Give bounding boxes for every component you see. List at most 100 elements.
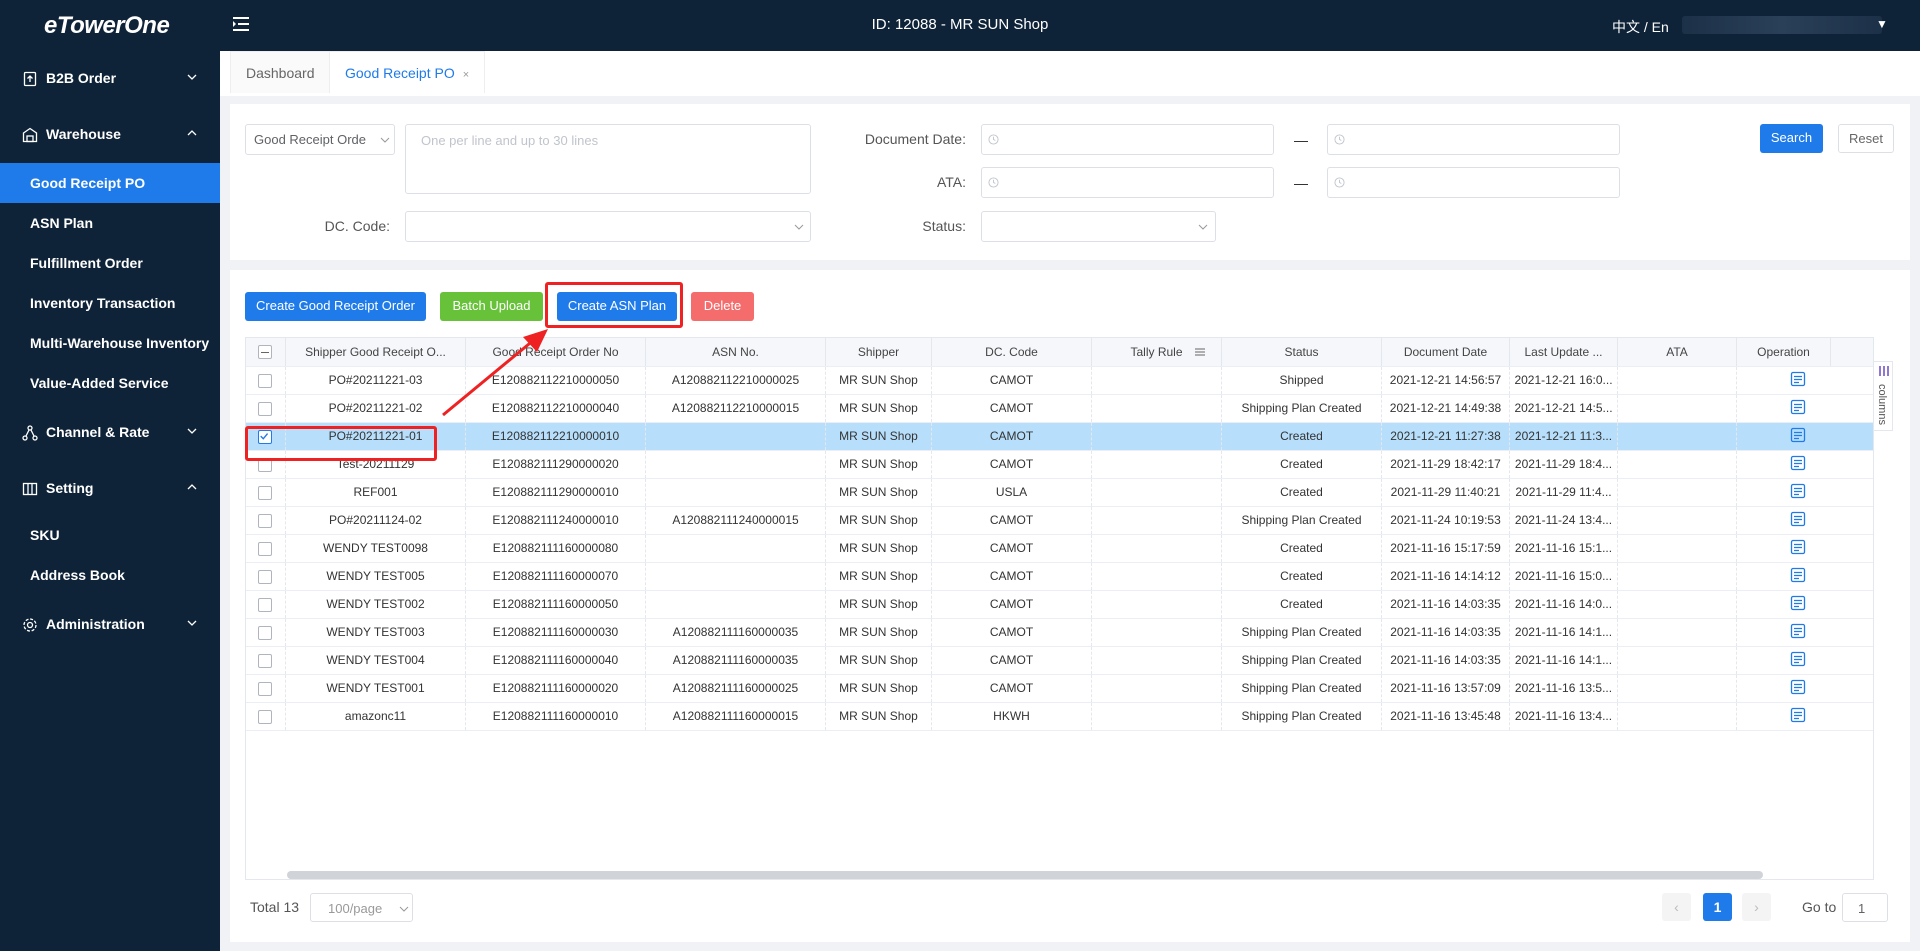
row-checkbox[interactable] [258, 570, 272, 584]
user-dropdown-icon[interactable]: ▼ [1876, 17, 1888, 31]
document-date-start-input[interactable] [981, 124, 1274, 155]
col-dc-code[interactable]: DC. Code [932, 338, 1092, 366]
col-tally-rule[interactable]: Tally Rule [1092, 338, 1222, 366]
columns-icon [1879, 366, 1889, 376]
edit-document-icon[interactable] [1790, 707, 1806, 723]
table-row[interactable]: WENDY TEST002 E120882111160000050 MR SUN S… [246, 591, 1873, 619]
cell-asn-no: A120882111160000035 [646, 619, 826, 646]
sidebar-item-multi-warehouse-inventory[interactable]: Multi-Warehouse Inventory [0, 323, 220, 363]
prev-page-button[interactable]: ‹ [1662, 893, 1691, 921]
search-button[interactable]: Search [1760, 124, 1823, 153]
ata-start-input[interactable] [981, 167, 1274, 198]
tab-good-receipt-po[interactable]: Good Receipt PO × [329, 51, 486, 93]
table-row[interactable]: WENDY TEST0098 E120882111160000080 MR SUN … [246, 535, 1873, 563]
dc-code-select[interactable] [405, 211, 811, 242]
ata-end-input[interactable] [1327, 167, 1620, 198]
col-document-date[interactable]: Document Date [1382, 338, 1510, 366]
columns-toggle[interactable]: columns [1873, 361, 1893, 431]
edit-document-icon[interactable] [1790, 623, 1806, 639]
sidebar-group-administration[interactable]: Administration [0, 597, 220, 653]
sidebar-item-asn-plan[interactable]: ASN Plan [0, 203, 220, 243]
edit-document-icon[interactable] [1790, 399, 1806, 415]
batch-upload-button[interactable]: Batch Upload [440, 292, 543, 321]
row-checkbox[interactable] [258, 654, 272, 668]
col-asn-no[interactable]: ASN No. [646, 338, 826, 366]
table-row[interactable]: WENDY TEST004 E120882111160000040 A1208821… [246, 647, 1873, 675]
row-checkbox[interactable] [258, 598, 272, 612]
sidebar-group-b2b-order[interactable]: B2B Order [0, 51, 220, 107]
col-shipper-ref[interactable]: Shipper Good Receipt O... [286, 338, 466, 366]
chevron-down-icon [187, 620, 197, 626]
row-checkbox[interactable] [258, 682, 272, 696]
table-row[interactable]: Test-20211129 E120882111290000020 MR SUN S… [246, 451, 1873, 479]
col-shipper[interactable]: Shipper [826, 338, 932, 366]
cell-asn-no [646, 535, 826, 562]
cell-ata [1618, 367, 1737, 394]
user-account-redacted[interactable] [1682, 16, 1882, 34]
sidebar-group-setting[interactable]: Setting [0, 461, 220, 517]
edit-document-icon[interactable] [1790, 427, 1806, 443]
page-number-1[interactable]: 1 [1703, 893, 1732, 921]
edit-document-icon[interactable] [1790, 567, 1806, 583]
edit-document-icon[interactable] [1790, 595, 1806, 611]
table-row[interactable]: WENDY TEST001 E120882111160000020 A1208821… [246, 675, 1873, 703]
sidebar-item-inventory-transaction[interactable]: Inventory Transaction [0, 283, 220, 323]
cell-document-date: 2021-11-16 14:03:35 [1382, 591, 1510, 618]
table-row[interactable]: PO#20211221-01 E120882112210000010 MR SUN … [246, 423, 1873, 451]
row-checkbox[interactable] [258, 542, 272, 556]
language-switch[interactable]: 中文 / En [1612, 17, 1669, 37]
edit-document-icon[interactable] [1790, 651, 1806, 667]
page-size-select[interactable]: 100/page [310, 893, 413, 922]
col-last-update[interactable]: Last Update ... [1510, 338, 1618, 366]
edit-document-icon[interactable] [1790, 371, 1806, 387]
goto-page-input[interactable]: 1 [1842, 893, 1888, 922]
top-bar: eTowerOne ID: 12088 - MR SUN Shop 中文 / E… [0, 0, 1920, 51]
bulk-search-textarea[interactable]: One per line and up to 30 lines [405, 124, 811, 194]
cell-asn-no [646, 591, 826, 618]
edit-document-icon[interactable] [1790, 539, 1806, 555]
sidebar-item-address-book[interactable]: Address Book [0, 555, 220, 595]
row-checkbox[interactable] [258, 402, 272, 416]
next-page-button[interactable]: › [1742, 893, 1771, 921]
chevron-down-icon [187, 74, 197, 80]
search-type-select[interactable]: Good Receipt Orde [245, 124, 395, 155]
row-checkbox[interactable] [258, 374, 272, 388]
edit-document-icon[interactable] [1790, 455, 1806, 471]
sidebar-group-channel-rate[interactable]: Channel & Rate [0, 405, 220, 461]
table-row[interactable]: REF001 E120882111290000010 MR SUN Shop USLA… [246, 479, 1873, 507]
select-all-checkbox[interactable] [258, 345, 272, 359]
row-checkbox[interactable] [258, 710, 272, 724]
row-checkbox[interactable] [258, 514, 272, 528]
row-checkbox[interactable] [258, 486, 272, 500]
status-select[interactable] [981, 211, 1216, 242]
row-checkbox[interactable] [258, 626, 272, 640]
sidebar-item-fulfillment-order[interactable]: Fulfillment Order [0, 243, 220, 283]
sidebar-group-warehouse[interactable]: Warehouse [0, 107, 220, 163]
cell-operation [1737, 423, 1831, 450]
table-row[interactable]: WENDY TEST003 E120882111160000030 A1208821… [246, 619, 1873, 647]
header-select-all[interactable] [246, 338, 286, 366]
sidebar-item-good-receipt-po[interactable]: Good Receipt PO [0, 163, 220, 203]
create-good-receipt-order-button[interactable]: Create Good Receipt Order [245, 292, 426, 321]
reset-button[interactable]: Reset [1838, 124, 1894, 153]
table-row[interactable]: PO#20211124-02 E120882111240000010 A120882… [246, 507, 1873, 535]
tab-dashboard[interactable]: Dashboard [230, 51, 331, 93]
sidebar-item-value-added-service[interactable]: Value-Added Service [0, 363, 220, 403]
col-ata[interactable]: ATA [1618, 338, 1737, 366]
column-menu-icon[interactable] [1195, 348, 1205, 356]
close-icon[interactable]: × [463, 69, 469, 81]
edit-document-icon[interactable] [1790, 483, 1806, 499]
horizontal-scrollbar[interactable] [287, 871, 1763, 879]
edit-document-icon[interactable] [1790, 679, 1806, 695]
sidebar-item-sku[interactable]: SKU [0, 515, 220, 555]
document-date-end-input[interactable] [1327, 124, 1620, 155]
delete-button[interactable]: Delete [691, 292, 754, 321]
cell-operation [1737, 451, 1831, 478]
col-status[interactable]: Status [1222, 338, 1382, 366]
table-row[interactable]: amazonc11 E120882111160000010 A12088211116… [246, 703, 1873, 731]
edit-document-icon[interactable] [1790, 511, 1806, 527]
cell-select [246, 647, 286, 674]
range-dash [1294, 141, 1308, 142]
table-row[interactable]: WENDY TEST005 E120882111160000070 MR SUN S… [246, 563, 1873, 591]
cell-tally-rule [1092, 619, 1222, 646]
